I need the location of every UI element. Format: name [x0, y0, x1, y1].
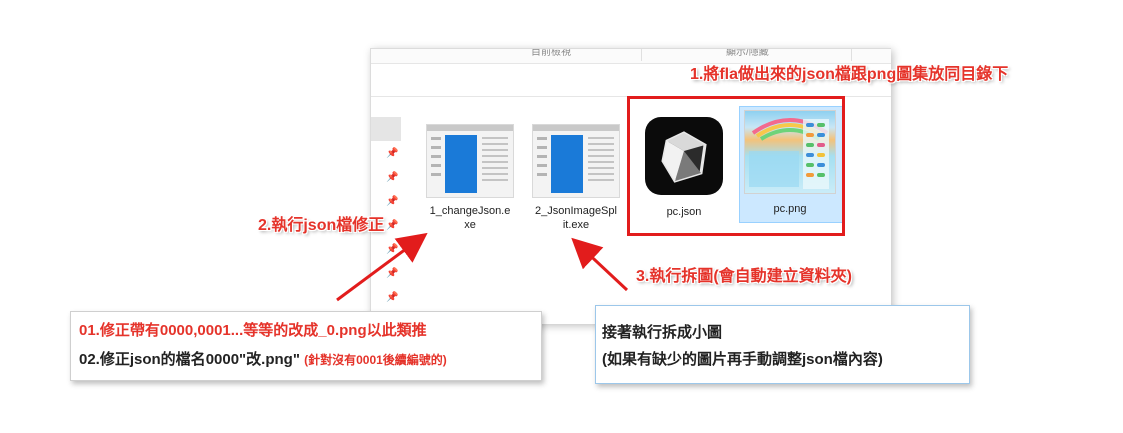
note-line-2: 02.修正json的檔名0000"改.png" (針對沒有0001後續編號的) — [79, 348, 447, 369]
step1-annotation: 1.將fla做出來的json檔跟png圖集放同目錄下 — [690, 66, 1009, 83]
step2-annotation: 2.執行json檔修正 — [258, 217, 385, 234]
note-right-line-2: (如果有缺少的圖片再手動調整json檔內容) — [602, 351, 883, 368]
note-box-split-images: 接著執行拆成小圖 (如果有缺少的圖片再手動調整json檔內容) — [595, 305, 970, 384]
note-line-2-main: 02.修正json的檔名0000"改.png" — [79, 351, 300, 368]
arrow-to-jsonimagesplit — [571, 237, 629, 292]
note-line-2-detail: (針對沒有0001後續編號的) — [304, 353, 447, 367]
note-right-line-1: 接著執行拆成小圖 — [602, 324, 723, 341]
note-box-json-fix: 01.修正帶有0000,0001...等等的改成_0.png以此類推 02.修正… — [70, 311, 542, 381]
step3-annotation: 3.執行拆圖(會自動建立資料夾) — [636, 268, 853, 285]
note-line-1: 01.修正帶有0000,0001...等等的改成_0.png以此類推 — [79, 322, 427, 339]
arrow-to-changejson — [336, 232, 428, 302]
